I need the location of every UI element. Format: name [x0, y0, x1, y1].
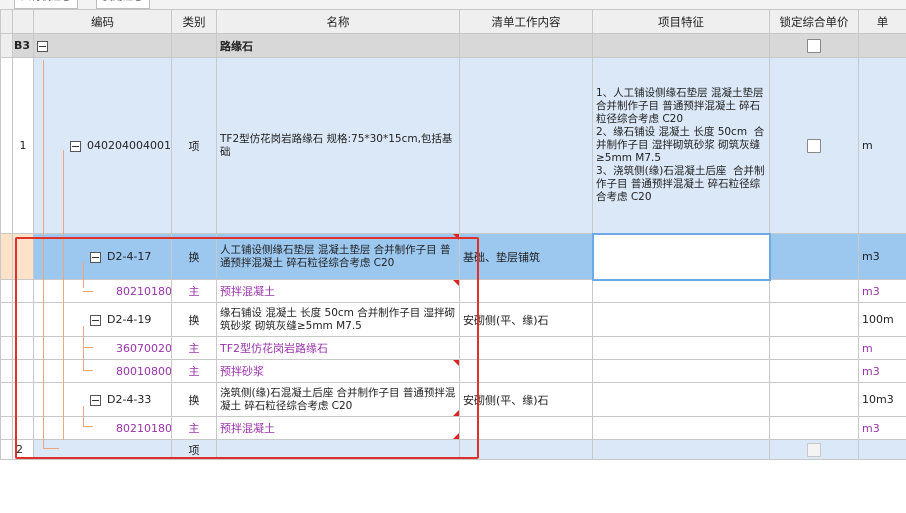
material-code: 36070020@1 — [33, 336, 172, 360]
group-row[interactable]: B3 路缘石 — [0, 33, 906, 58]
material-name-text: 预拌砂浆 — [220, 365, 264, 378]
bill-item-row[interactable]: 1 040204004001 项 TF2型仿花岗岩路缘石 规格:75*30*15… — [0, 57, 906, 234]
tree-line — [43, 448, 59, 449]
lock-price-checkbox[interactable] — [807, 138, 821, 153]
lock-price-checkbox[interactable] — [807, 38, 821, 53]
collapse-icon[interactable] — [90, 314, 101, 326]
code-header[interactable]: 编码 — [33, 9, 172, 34]
quota-unit: m3 — [858, 233, 906, 280]
row-no-header — [12, 9, 34, 34]
lock-price-header[interactable]: 锁定综合单价 — [769, 9, 859, 34]
quota-name[interactable]: 缘石铺设 混凝土 长度 50cm 合并制作子目 湿拌砌筑砂浆 砌筑灰缝≥5mm … — [216, 302, 460, 337]
quota-unit: 100m — [858, 302, 906, 337]
material-category: 主 — [171, 279, 217, 303]
quota-work-content: 安砌侧(平、缘)石 — [459, 382, 593, 417]
quota-work-content: 基础、垫层铺筑 — [459, 233, 593, 280]
tree-line — [83, 291, 93, 292]
material-unit: m3 — [858, 359, 906, 383]
note-marker — [453, 360, 459, 366]
item-code: 040204004001 — [87, 139, 171, 152]
item-name[interactable]: TF2型仿花岗岩路缘石 规格:75*30*15cm,包括基础 — [216, 57, 460, 234]
quota-category: 换 — [171, 382, 217, 417]
quota-code: D2-4-33 — [107, 393, 152, 406]
group-row-no: B3 — [12, 33, 34, 58]
material-name[interactable]: TF2型仿花岗岩路缘石 — [216, 336, 460, 360]
note-marker — [453, 410, 459, 416]
bill-item-row[interactable]: 2 项 — [0, 439, 906, 460]
note-marker — [453, 433, 459, 439]
material-name-text: 预拌混凝土 — [220, 285, 275, 298]
lock-price-checkbox[interactable] — [807, 442, 821, 457]
tree-line — [83, 326, 84, 370]
collapse-icon[interactable] — [37, 40, 48, 52]
bill-grid: 编码 类别 名称 清单工作内容 项目特征 锁定综合单价 单 B3 路缘石 1 0… — [0, 9, 906, 460]
material-unit: m3 — [858, 416, 906, 440]
quota-name-text: 人工铺设侧缘石垫层 混凝土垫层 合并制作子目 普通预拌混凝土 碎石粒径综合考虑 … — [220, 243, 451, 269]
material-name[interactable]: 预拌混凝土 — [216, 279, 460, 303]
material-category: 主 — [171, 336, 217, 360]
note-marker — [453, 234, 459, 240]
material-row[interactable]: 36070020@1 主 TF2型仿花岗岩路缘石 m — [0, 336, 906, 360]
material-row[interactable]: 80210180 主 预拌混凝土 m3 — [0, 279, 906, 303]
item-unit: m — [858, 57, 906, 234]
tree-line — [83, 262, 84, 288]
material-row[interactable]: 80010800 主 预拌砂浆 m3 — [0, 359, 906, 383]
collapse-icon[interactable] — [90, 394, 101, 406]
material-unit: m3 — [858, 279, 906, 303]
features-edit-cell[interactable] — [591, 232, 771, 281]
collapse-icon[interactable] — [70, 140, 81, 152]
material-code: 80210180 — [33, 279, 172, 303]
quota-unit: 10m3 — [858, 382, 906, 417]
work-content-header[interactable]: 清单工作内容 — [459, 9, 593, 34]
item-category: 项 — [171, 57, 217, 234]
tab-fee-summary[interactable]: 费用汇总 — [96, 0, 150, 9]
collapse-icon[interactable] — [90, 251, 101, 263]
tree-line — [83, 406, 84, 426]
material-row[interactable]: 80210180 主 预拌混凝土 m3 — [0, 416, 906, 440]
quota-category: 换 — [171, 233, 217, 280]
tree-line — [43, 60, 44, 448]
group-name: 路缘石 — [216, 33, 460, 58]
tree-line — [63, 150, 64, 440]
item-category: 项 — [171, 439, 217, 460]
quota-name[interactable]: 浇筑侧(缘)石混凝土后座 合并制作子目 普通预拌混凝土 碎石粒径综合考虑 C20 — [216, 382, 460, 417]
material-name[interactable]: 预拌砂浆 — [216, 359, 460, 383]
material-unit: m — [858, 336, 906, 360]
row-no: 1 — [12, 57, 34, 234]
tree-line — [83, 347, 93, 348]
features-header[interactable]: 项目特征 — [592, 9, 770, 34]
quota-row[interactable]: D2-4-17 换 人工铺设侧缘石垫层 混凝土垫层 合并制作子目 普通预拌混凝土… — [0, 232, 906, 281]
quota-category: 换 — [171, 302, 217, 337]
material-category: 主 — [171, 359, 217, 383]
quota-row[interactable]: D2-4-33 换 浇筑侧(缘)石混凝土后座 合并制作子目 普通预拌混凝土 碎石… — [0, 382, 906, 417]
quota-code: D2-4-19 — [107, 313, 152, 326]
name-header[interactable]: 名称 — [216, 9, 460, 34]
category-header[interactable]: 类别 — [171, 9, 217, 34]
tree-line — [83, 370, 93, 371]
material-name[interactable]: 预拌混凝土 — [216, 416, 460, 440]
quota-row[interactable]: D2-4-19 换 缘石铺设 混凝土 长度 50cm 合并制作子目 湿拌砌筑砂浆… — [0, 302, 906, 337]
corner-cell — [0, 9, 13, 34]
header-row: 编码 类别 名称 清单工作内容 项目特征 锁定综合单价 单 — [0, 9, 906, 34]
material-code: 80010800 — [33, 359, 172, 383]
unit-header[interactable]: 单 — [858, 9, 906, 34]
material-code: 80210180 — [33, 416, 172, 440]
quota-name[interactable]: 人工铺设侧缘石垫层 混凝土垫层 合并制作子目 普通预拌混凝土 碎石粒径综合考虑 … — [216, 233, 460, 280]
note-marker — [453, 280, 459, 286]
item-features[interactable]: 1、人工铺设侧缘石垫层 混凝土垫层 合并制作子目 普通预拌混凝土 碎石粒径综合考… — [592, 57, 770, 234]
tree-line — [83, 426, 93, 427]
quota-work-content: 安砌侧(平、缘)石 — [459, 302, 593, 337]
row-no: 2 — [12, 439, 34, 460]
tab-material-summary[interactable]: 人材机汇总 — [14, 0, 78, 9]
material-name-text: 预拌混凝土 — [220, 422, 275, 435]
material-category: 主 — [171, 416, 217, 440]
quota-code: D2-4-17 — [107, 250, 152, 263]
quota-name-text: 浇筑侧(缘)石混凝土后座 合并制作子目 普通预拌混凝土 碎石粒径综合考虑 C20 — [220, 386, 456, 412]
